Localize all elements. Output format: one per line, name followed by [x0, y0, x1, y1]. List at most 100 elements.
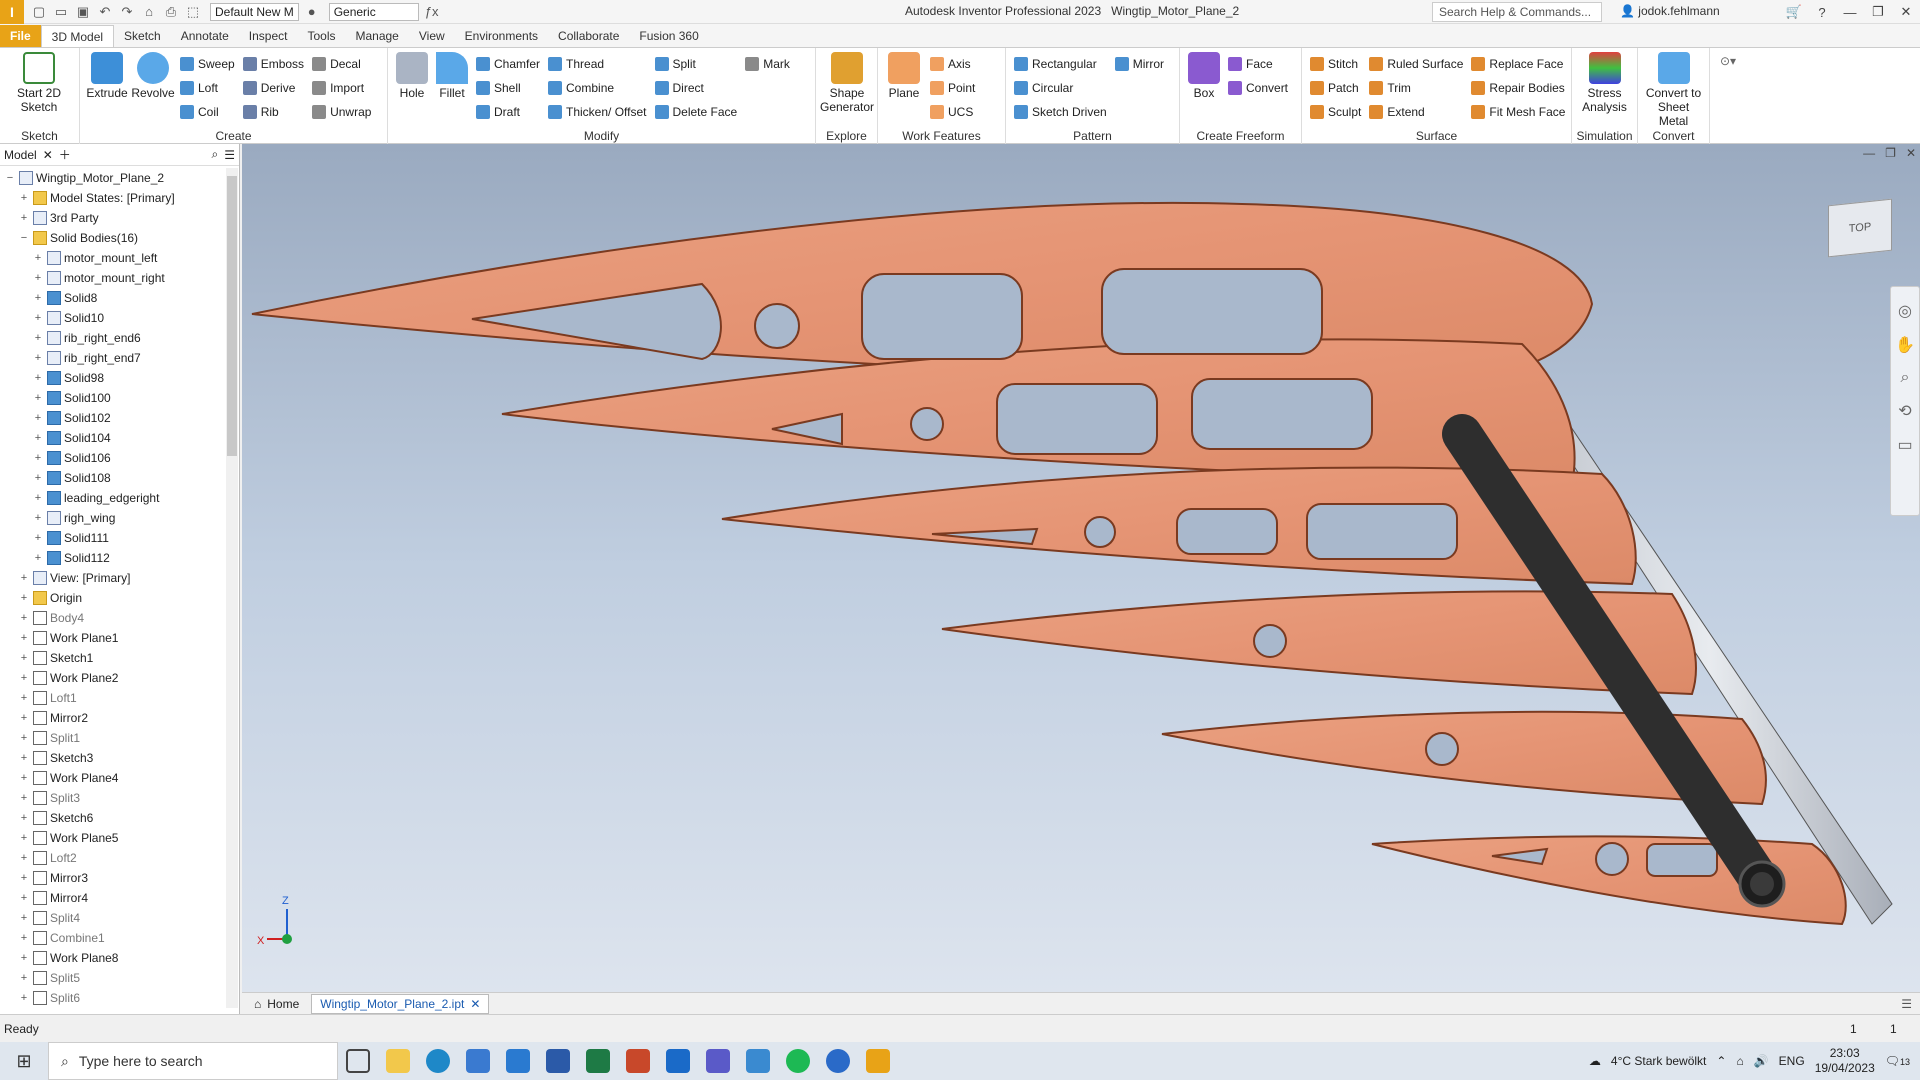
- tree-node[interactable]: + Combine1: [0, 928, 224, 948]
- app-logo[interactable]: I: [0, 0, 24, 24]
- home-icon[interactable]: ⌂: [140, 3, 158, 21]
- tree-node[interactable]: + Solid112: [0, 548, 224, 568]
- tab-tools[interactable]: Tools: [297, 25, 345, 47]
- start-2d-sketch-button[interactable]: Start 2D Sketch: [4, 50, 74, 128]
- tree-node[interactable]: + Solid10: [0, 308, 224, 328]
- tree-node[interactable]: + leading_edgeright: [0, 488, 224, 508]
- tree-node[interactable]: + Mirror2: [0, 708, 224, 728]
- tree-node[interactable]: + Solid111: [0, 528, 224, 548]
- model-view[interactable]: Z X: [242, 144, 1920, 992]
- expand-icon[interactable]: +: [18, 572, 30, 584]
- orbit-icon[interactable]: ⟲: [1898, 401, 1911, 421]
- expand-icon[interactable]: +: [18, 632, 30, 644]
- tree-node[interactable]: +3rd Party: [0, 208, 224, 228]
- zoom-icon[interactable]: ⌕: [1901, 369, 1910, 387]
- tree-node[interactable]: + motor_mount_right: [0, 268, 224, 288]
- delete-face-button[interactable]: Delete Face: [654, 102, 737, 122]
- search-input[interactable]: Search Help & Commands...: [1432, 2, 1602, 22]
- clock[interactable]: 23:03 19/04/2023: [1815, 1046, 1875, 1076]
- graphics-window[interactable]: Z X TOP ◎ ✋ ⌕ ⟲ ▭ — ❐ ✕: [242, 144, 1920, 992]
- expand-icon[interactable]: +: [32, 252, 44, 264]
- browser-menu-icon[interactable]: ☰: [224, 148, 235, 162]
- expand-icon[interactable]: +: [18, 792, 30, 804]
- decal-button[interactable]: Decal: [312, 54, 371, 74]
- draft-button[interactable]: Draft: [476, 102, 540, 122]
- tree-node[interactable]: + Sketch3: [0, 748, 224, 768]
- browser-tab-model[interactable]: Model: [4, 148, 37, 162]
- expand-icon[interactable]: +: [18, 832, 30, 844]
- close-browser-tab-icon[interactable]: ✕: [43, 148, 53, 162]
- weather-text[interactable]: 4°C Stark bewölkt: [1611, 1054, 1707, 1068]
- tree-node[interactable]: + Model States: [Primary]: [0, 188, 224, 208]
- expand-icon[interactable]: −: [18, 232, 30, 244]
- expand-icon[interactable]: +: [18, 672, 30, 684]
- sculpt-button[interactable]: Sculpt: [1310, 102, 1361, 122]
- expand-icon[interactable]: +: [18, 972, 30, 984]
- expand-icon[interactable]: +: [18, 652, 30, 664]
- powerpoint-icon[interactable]: [618, 1042, 658, 1080]
- ucs-button[interactable]: UCS: [930, 102, 975, 122]
- tree-node[interactable]: + motor_mount_left: [0, 248, 224, 268]
- tab-3d-model[interactable]: 3D Model: [40, 25, 115, 47]
- rectangular-pattern-button[interactable]: Rectangular: [1014, 54, 1107, 74]
- tree-node[interactable]: + Work Plane4: [0, 768, 224, 788]
- close-document-icon[interactable]: ✕: [470, 997, 480, 1011]
- tree-node[interactable]: + Solid8: [0, 288, 224, 308]
- pan-icon[interactable]: ✋: [1895, 335, 1915, 355]
- start-button[interactable]: ⊞: [0, 1042, 48, 1080]
- viewport-minimize-icon[interactable]: —: [1863, 146, 1875, 160]
- derive-button[interactable]: Derive: [242, 78, 304, 98]
- close-icon[interactable]: ✕: [1892, 0, 1920, 24]
- expand-icon[interactable]: +: [18, 212, 30, 224]
- material-combo[interactable]: Generic: [328, 2, 419, 21]
- tree-node[interactable]: + Work Plane1: [0, 628, 224, 648]
- task-view-icon[interactable]: [338, 1042, 378, 1080]
- fillet-button[interactable]: Fillet: [432, 50, 472, 128]
- expand-icon[interactable]: +: [18, 692, 30, 704]
- mark-button[interactable]: Mark: [745, 54, 790, 74]
- tree-node[interactable]: + Split5: [0, 968, 224, 988]
- appearance-icon[interactable]: ●: [303, 3, 321, 21]
- expand-icon[interactable]: +: [18, 852, 30, 864]
- browser-search-icon[interactable]: ⌕: [212, 147, 219, 162]
- expand-icon[interactable]: −: [4, 172, 16, 184]
- volume-icon[interactable]: 🔊: [1754, 1054, 1769, 1068]
- tree-node[interactable]: + Loft2: [0, 848, 224, 868]
- tree-node[interactable]: + Work Plane8: [0, 948, 224, 968]
- tab-fusion-360[interactable]: Fusion 360: [629, 25, 708, 47]
- expand-icon[interactable]: +: [18, 192, 30, 204]
- tab-annotate[interactable]: Annotate: [171, 25, 239, 47]
- expand-icon[interactable]: +: [18, 812, 30, 824]
- tree-node[interactable]: − Wingtip_Motor_Plane_2: [0, 168, 224, 188]
- extend-button[interactable]: Extend: [1369, 102, 1463, 122]
- weather-icon[interactable]: ☁: [1589, 1054, 1601, 1068]
- tree-node[interactable]: + Split4: [0, 908, 224, 928]
- tree-node[interactable]: + Solid106: [0, 448, 224, 468]
- unwrap-button[interactable]: Unwrap: [312, 102, 371, 122]
- box-button[interactable]: Box: [1184, 50, 1224, 128]
- expand-icon[interactable]: +: [32, 372, 44, 384]
- view-cube[interactable]: TOP: [1828, 198, 1892, 258]
- calendar-icon[interactable]: [738, 1042, 778, 1080]
- c-app-icon[interactable]: [818, 1042, 858, 1080]
- add-browser-tab-icon[interactable]: ＋: [59, 146, 71, 163]
- new-icon[interactable]: ▢: [30, 3, 48, 21]
- tab-inspect[interactable]: Inspect: [239, 25, 298, 47]
- emboss-button[interactable]: Emboss: [242, 54, 304, 74]
- expand-icon[interactable]: +: [32, 472, 44, 484]
- expand-icon[interactable]: +: [18, 912, 30, 924]
- document-list-icon[interactable]: ☰: [1901, 997, 1912, 1011]
- look-at-icon[interactable]: ▭: [1897, 435, 1912, 455]
- convert-to-sheet-metal-button[interactable]: Convert to Sheet Metal: [1642, 50, 1705, 128]
- style-combo[interactable]: Default New M: [210, 2, 299, 21]
- expand-icon[interactable]: +: [18, 932, 30, 944]
- shell-button[interactable]: Shell: [476, 78, 540, 98]
- edge-icon[interactable]: [418, 1042, 458, 1080]
- plane-button[interactable]: Plane: [882, 50, 926, 128]
- axis-button[interactable]: Axis: [930, 54, 975, 74]
- tree-node[interactable]: + Split6: [0, 988, 224, 1008]
- expand-icon[interactable]: +: [32, 272, 44, 284]
- viewport-close-icon[interactable]: ✕: [1906, 146, 1916, 160]
- restore-icon[interactable]: ❐: [1864, 0, 1892, 24]
- thread-button[interactable]: Thread: [548, 54, 646, 74]
